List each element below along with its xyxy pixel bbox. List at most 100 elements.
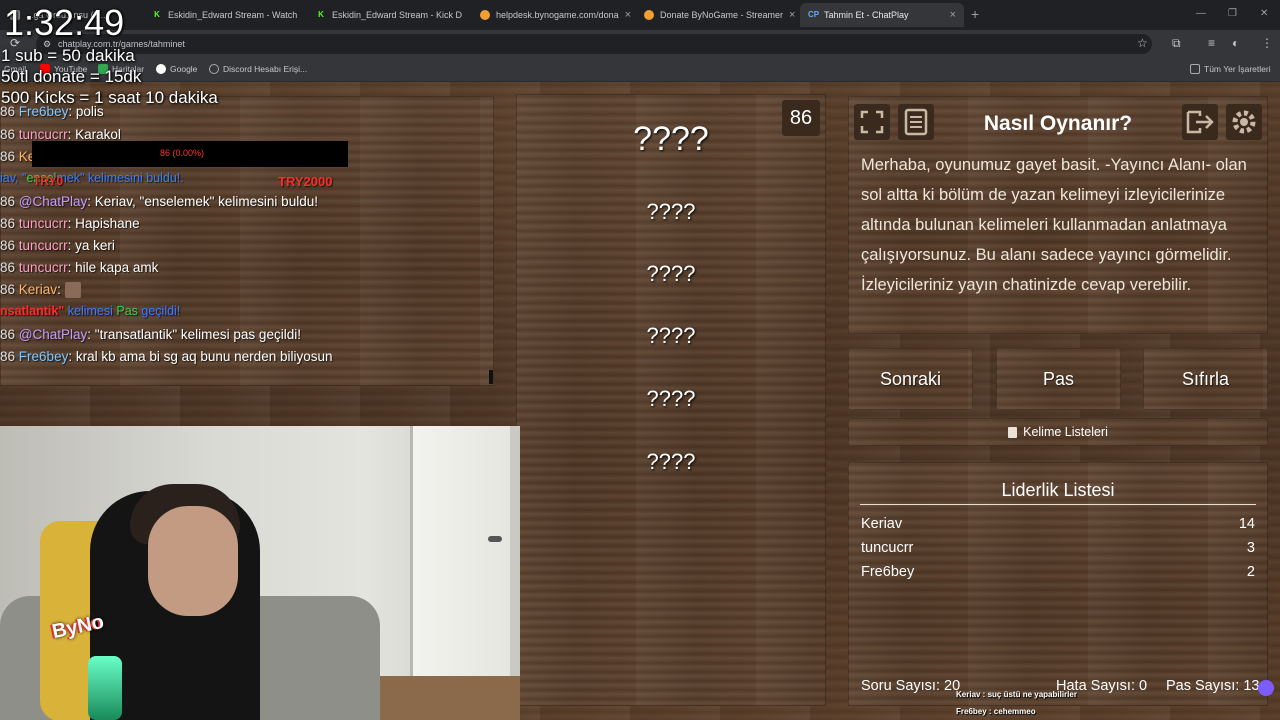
alert-text: kelimesi xyxy=(64,304,117,318)
donation-progress-bar: 86 (0.00%) xyxy=(32,141,348,167)
browser-tab-active[interactable]: CP Tahmin Et - ChatPlay × xyxy=(800,3,964,27)
chat-username[interactable]: Keriav xyxy=(19,282,57,297)
how-to-play-title: Nasıl Oynanır? xyxy=(983,112,1133,135)
bookmark-google[interactable]: Google xyxy=(156,64,197,74)
chat-text: : kral kb ama bi sg aq bunu nerden biliy… xyxy=(68,349,333,364)
chat-message: 86 tuncucrr: ya keri xyxy=(0,238,115,253)
media-icon[interactable]: ≡ xyxy=(1208,36,1215,50)
player-name: tuncucrr xyxy=(861,540,914,556)
chat-username[interactable]: tuncucrr xyxy=(19,127,68,142)
notes-button[interactable] xyxy=(898,104,934,140)
chat-message: 86 Ke xyxy=(0,149,35,164)
chat-message: 86 tuncucrr: Hapishane xyxy=(0,216,140,231)
tab-label: Donate ByNoGame - Streamer xyxy=(660,10,784,20)
tts-message: Fre6bey : cehemmeo xyxy=(956,707,1036,716)
chat-username[interactable]: tuncucrr xyxy=(19,260,68,275)
button-label: Sonraki xyxy=(879,368,942,389)
next-button[interactable]: Sonraki xyxy=(848,348,973,410)
subathon-rule: 1 sub = 50 dakika xyxy=(1,46,135,65)
emote-image xyxy=(64,282,81,299)
chat-text: : Hapishane xyxy=(67,216,140,231)
alert-text: iav, " xyxy=(0,171,27,185)
bookmark-discord[interactable]: Discord Hesabı Erişi... xyxy=(209,64,307,74)
hidden-word: ???? xyxy=(646,386,696,411)
pass-count: Pas Sayısı: 13 xyxy=(1166,678,1260,694)
extensions-icon[interactable]: ⧉ xyxy=(1172,36,1181,51)
all-bookmarks[interactable]: Tüm Yer İşaretleri xyxy=(1190,64,1271,74)
new-tab-button[interactable]: + xyxy=(971,6,979,22)
close-tab-icon[interactable]: × xyxy=(625,9,631,21)
browser-tab[interactable]: helpdesk.bynogame.com/dona × xyxy=(472,3,632,27)
hidden-word: ???? xyxy=(646,199,696,224)
chatplay-icon: CP xyxy=(808,10,820,19)
tts-message: Keriav : suç üstü ne yapabilirler xyxy=(956,690,1077,699)
cam-face xyxy=(148,506,238,616)
minimize-button[interactable]: — xyxy=(1196,8,1206,19)
donation-amount: TRY2000 xyxy=(278,174,333,189)
chat-text: : Karakol xyxy=(67,127,121,142)
bookmark-label: Google xyxy=(170,64,198,74)
chat-badge: 86 xyxy=(0,260,16,275)
settings-button[interactable] xyxy=(1226,104,1262,140)
chat-text: : hile kapa amk xyxy=(67,260,159,275)
maximize-button[interactable]: ❐ xyxy=(1228,8,1237,19)
found-alert: iav, "enselmek" kelimesini buldu!. xyxy=(0,171,184,185)
clipboard-icon xyxy=(1008,426,1018,438)
browser-tab[interactable]: K Eskidin_Edward Stream - Watch × xyxy=(144,3,304,27)
chat-username[interactable]: @ChatPlay xyxy=(19,194,87,209)
close-tab-icon[interactable]: × xyxy=(950,9,956,21)
chat-username[interactable]: tuncucrr xyxy=(19,238,68,253)
alert-text: mek" kelimesini buldu!. xyxy=(56,171,184,185)
tab-label: Tahmin Et - ChatPlay xyxy=(824,10,909,20)
close-window-button[interactable]: ✕ xyxy=(1260,8,1268,19)
fullscreen-button[interactable] xyxy=(854,104,890,140)
chat-message: 86 tuncucrr: hile kapa amk xyxy=(0,260,158,275)
progress-text: 86 (0.00%) xyxy=(160,148,205,158)
chat-text: : "transatlantik" kelimesi pas geçildi! xyxy=(87,327,301,342)
chat-message: 86 @ChatPlay: Keriav, "enselemek" kelime… xyxy=(0,194,318,209)
bookmarks-bar: Gmail YouTube Haritalar Google Discord H… xyxy=(0,58,1280,82)
leaderboard-row: Fre6bey 2 xyxy=(861,564,1255,580)
chat-scrollbar[interactable] xyxy=(489,370,493,384)
button-label: Kelime Listeleri xyxy=(1023,425,1108,439)
chat-badge: 86 xyxy=(0,194,16,209)
pass-button[interactable]: Pas xyxy=(996,348,1121,410)
leaderboard-row: Keriav 14 xyxy=(861,516,1255,532)
chat-username[interactable]: Fre6bey xyxy=(19,349,69,364)
menu-icon[interactable]: ⋮ xyxy=(1261,36,1273,50)
button-label: Pas xyxy=(1042,368,1075,389)
chat-message: 86 Keriav: xyxy=(0,282,81,299)
chat-message: 86 @ChatPlay: "transatlantik" kelimesi p… xyxy=(0,327,301,342)
fullscreen-icon xyxy=(860,110,884,134)
question-count: Soru Sayısı: 20 xyxy=(861,678,961,694)
pass-alert: nsatlantik" kelimesi Pas geçildi! xyxy=(0,304,180,318)
google-icon xyxy=(156,64,166,74)
logout-button[interactable] xyxy=(1182,104,1218,140)
leaderboard-divider xyxy=(860,504,1256,505)
close-tab-icon[interactable]: × xyxy=(303,9,304,21)
cam-rgb-lamp xyxy=(88,656,122,720)
leaderboard-row: tuncucrr 3 xyxy=(861,540,1255,556)
chat-text: : xyxy=(57,282,61,297)
address-bar[interactable]: ⚙ chatplay.com.tr/games/tahminet xyxy=(36,34,1152,54)
kick-icon: K xyxy=(318,10,324,19)
reset-button[interactable]: Sıfırla xyxy=(1143,348,1268,410)
overlay-app-icon[interactable] xyxy=(1258,680,1274,696)
chat-message: 86 tuncucrr: Karakol xyxy=(0,127,121,142)
browser-tab[interactable]: Donate ByNoGame - Streamer × xyxy=(636,3,796,27)
profile-icon[interactable]: ◐ xyxy=(1232,36,1239,50)
chat-username[interactable]: tuncucrr xyxy=(19,216,68,231)
chat-badge: 86 xyxy=(0,216,16,231)
close-tab-icon[interactable]: × xyxy=(789,9,795,21)
chat-text: : ya keri xyxy=(67,238,115,253)
bynogame-icon xyxy=(480,10,490,20)
bookmark-star-icon[interactable]: ☆ xyxy=(1137,36,1148,50)
chat-username[interactable]: @ChatPlay xyxy=(19,327,87,342)
word-lists-button[interactable]: Kelime Listeleri xyxy=(848,418,1268,446)
player-score: 14 xyxy=(1238,516,1255,532)
subathon-rule: 50tl donate = 15dk xyxy=(1,67,142,86)
tab-label: helpdesk.bynogame.com/dona xyxy=(496,10,619,20)
browser-tab[interactable]: K Eskidin_Edward Stream - Kick D × xyxy=(308,3,468,27)
hidden-word: ???? xyxy=(646,323,696,348)
folder-icon xyxy=(1190,64,1200,74)
